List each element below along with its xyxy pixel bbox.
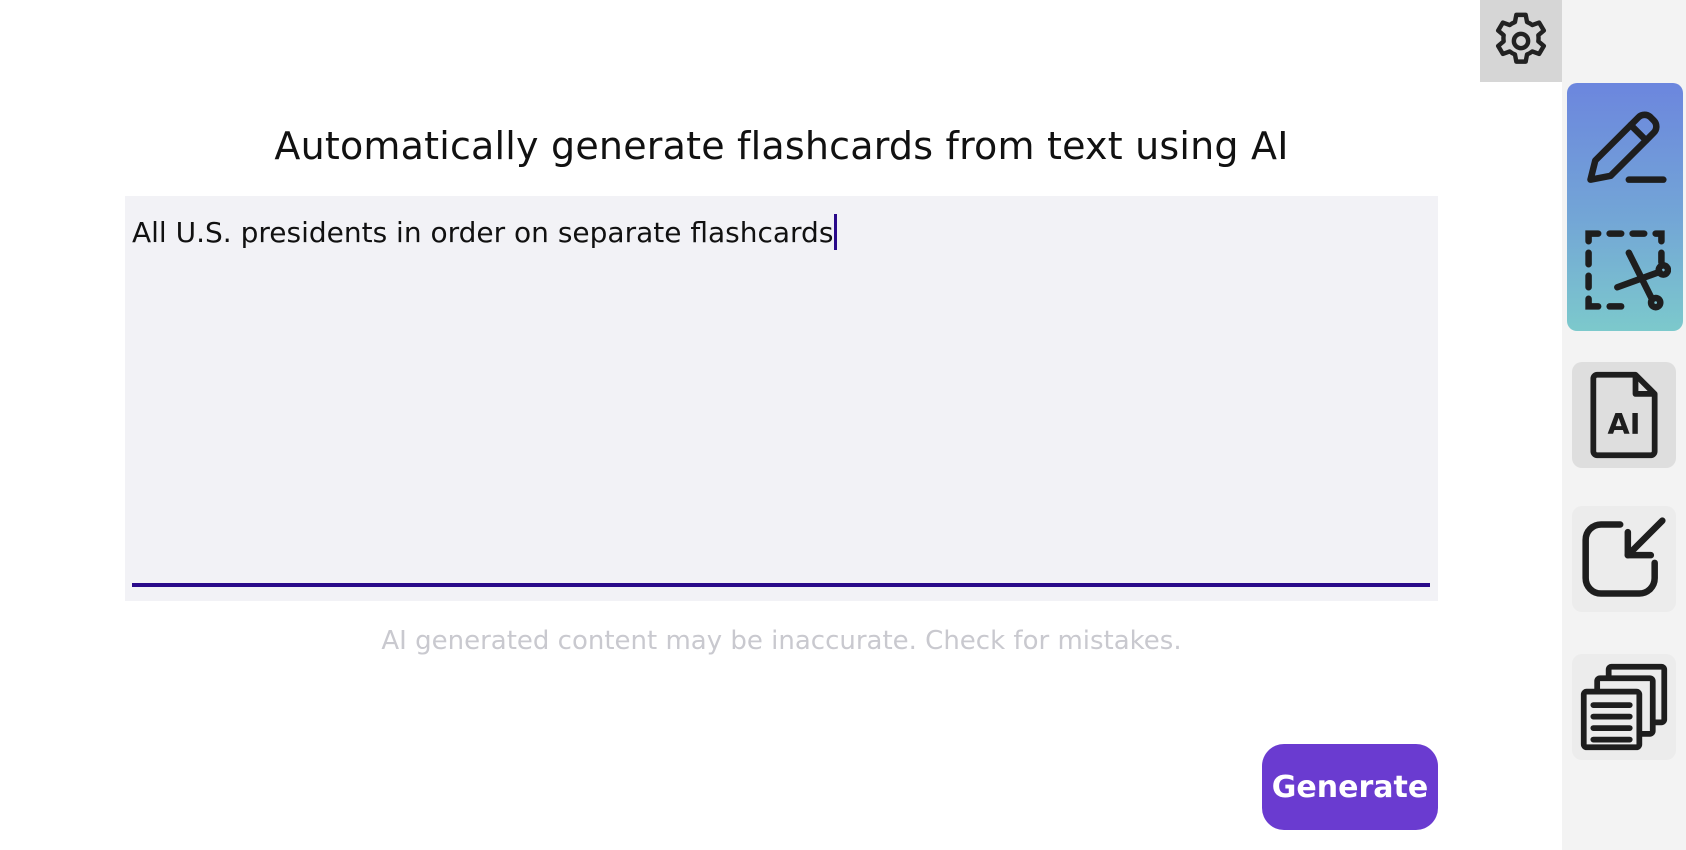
gear-icon xyxy=(1495,12,1547,64)
ai-document-label: AI xyxy=(1608,407,1641,441)
text-caret xyxy=(834,214,838,250)
ai-generate-tool-button[interactable]: AI xyxy=(1572,362,1676,468)
text-input-content[interactable]: All U.S. presidents in order on separate… xyxy=(132,214,838,250)
app-root: Automatically generate flashcards from t… xyxy=(0,0,1686,850)
import-arrow-icon xyxy=(1582,517,1666,597)
ai-disclaimer: AI generated content may be inaccurate. … xyxy=(381,626,1182,656)
generate-button[interactable]: Generate xyxy=(1262,744,1438,830)
text-input-value: All U.S. presidents in order on separate… xyxy=(132,215,834,249)
flashcard-deck-tool-button[interactable] xyxy=(1572,654,1676,760)
settings-button[interactable] xyxy=(1480,0,1562,82)
stacked-cards-icon xyxy=(1580,663,1668,751)
ai-document-icon: AI xyxy=(1590,371,1658,459)
crop-tool-button[interactable] xyxy=(1567,212,1683,328)
import-tool-button[interactable] xyxy=(1572,506,1676,612)
crop-scissors-icon xyxy=(1585,230,1671,311)
pen-icon xyxy=(1587,111,1667,183)
text-input-area[interactable]: All U.S. presidents in order on separate… xyxy=(125,196,1438,601)
text-input-focus-underline xyxy=(132,583,1430,587)
pen-tool-button[interactable] xyxy=(1567,90,1683,208)
page-title: Automatically generate flashcards from t… xyxy=(274,124,1289,168)
